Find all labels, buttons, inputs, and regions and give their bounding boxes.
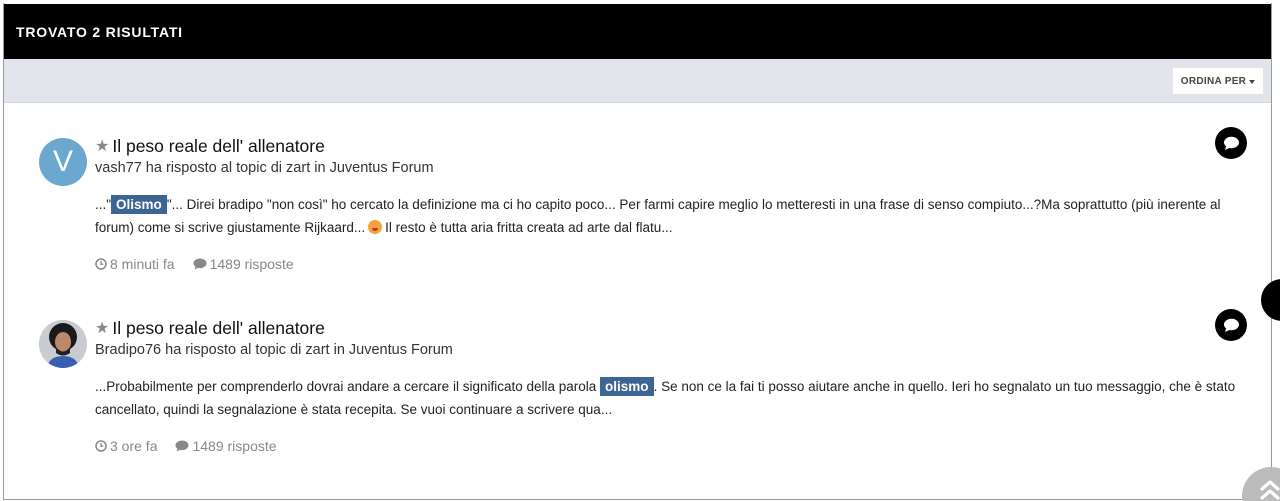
star-icon: ★ bbox=[95, 137, 110, 155]
comment-icon bbox=[1223, 136, 1239, 150]
results-toolbar: ORDINA PER bbox=[4, 59, 1271, 103]
result-meta: vash77 ha risposto al topic di zart in J… bbox=[95, 160, 434, 176]
time-stat: 8 minuti fa bbox=[95, 256, 175, 272]
sort-by-label: ORDINA PER bbox=[1180, 75, 1247, 87]
snippet-before: ..." bbox=[95, 197, 112, 212]
time-text: 3 ore fa bbox=[110, 438, 158, 454]
replies-link[interactable]: 1489 risposte bbox=[210, 256, 294, 272]
clock-icon bbox=[95, 258, 107, 270]
result-title-link[interactable]: Il peso reale dell' allenatore bbox=[112, 318, 325, 339]
caret-down-icon bbox=[1249, 79, 1256, 84]
result-meta: Bradipo76 ha risposto al topic di zart i… bbox=[95, 342, 453, 358]
comment-type-badge bbox=[1215, 309, 1247, 341]
action-text: ha risposto al topic di bbox=[165, 342, 302, 358]
result-stats: 3 ore fa 1489 risposte bbox=[95, 438, 277, 454]
author-link[interactable]: Bradipo76 bbox=[95, 342, 161, 358]
snippet-end: Il resto è tutta aria fritta creata ad a… bbox=[385, 220, 673, 235]
in-text: in bbox=[314, 160, 326, 176]
avatar-letter: V bbox=[52, 145, 73, 178]
comment-type-badge bbox=[1215, 127, 1247, 159]
results-header: TROVATO 2 RISULTATI bbox=[4, 4, 1271, 59]
avatar-photo-icon bbox=[39, 320, 87, 368]
result-title-link[interactable]: Il peso reale dell' allenatore bbox=[112, 136, 325, 157]
star-icon: ★ bbox=[95, 319, 110, 337]
clock-icon bbox=[95, 440, 107, 452]
forum-link[interactable]: Juventus Forum bbox=[349, 342, 453, 358]
replies-stat: 1489 risposte bbox=[193, 256, 294, 272]
search-highlight: olismo bbox=[600, 377, 654, 396]
in-text: in bbox=[333, 342, 345, 358]
avatar[interactable] bbox=[39, 320, 87, 368]
author-link[interactable]: vash77 bbox=[95, 160, 142, 176]
time-stat: 3 ore fa bbox=[95, 438, 157, 454]
sort-by-button[interactable]: ORDINA PER bbox=[1172, 67, 1264, 95]
results-count-title: TROVATO 2 RISULTATI bbox=[16, 24, 183, 40]
topic-author-link[interactable]: zart bbox=[286, 160, 310, 176]
comment-icon bbox=[193, 258, 207, 270]
action-text: ha risposto al topic di bbox=[145, 160, 283, 176]
comment-icon bbox=[175, 440, 189, 452]
forum-link[interactable]: Juventus Forum bbox=[330, 160, 434, 176]
double-chevron-up-icon bbox=[1260, 480, 1280, 500]
result-title: ★ Il peso reale dell' allenatore bbox=[95, 136, 325, 157]
result-snippet: ..." Olismo "... Direi bradipo "non così" … bbox=[95, 193, 1245, 239]
topic-author-link[interactable]: zart bbox=[305, 342, 329, 358]
result-title: ★ Il peso reale dell' allenatore bbox=[95, 318, 325, 339]
result-snippet: ...Probabilmente per comprenderlo dovrai… bbox=[95, 375, 1245, 421]
snippet-before: ...Probabilmente per comprenderlo dovrai… bbox=[95, 379, 597, 394]
comment-icon bbox=[1223, 318, 1239, 332]
emoji-icon bbox=[368, 220, 383, 234]
search-highlight: Olismo bbox=[111, 195, 167, 214]
replies-stat: 1489 risposte bbox=[175, 438, 277, 454]
avatar[interactable]: V bbox=[39, 138, 87, 186]
result-stats: 8 minuti fa 1489 risposte bbox=[95, 256, 294, 272]
time-text: 8 minuti fa bbox=[110, 256, 175, 272]
replies-link[interactable]: 1489 risposte bbox=[192, 438, 276, 454]
